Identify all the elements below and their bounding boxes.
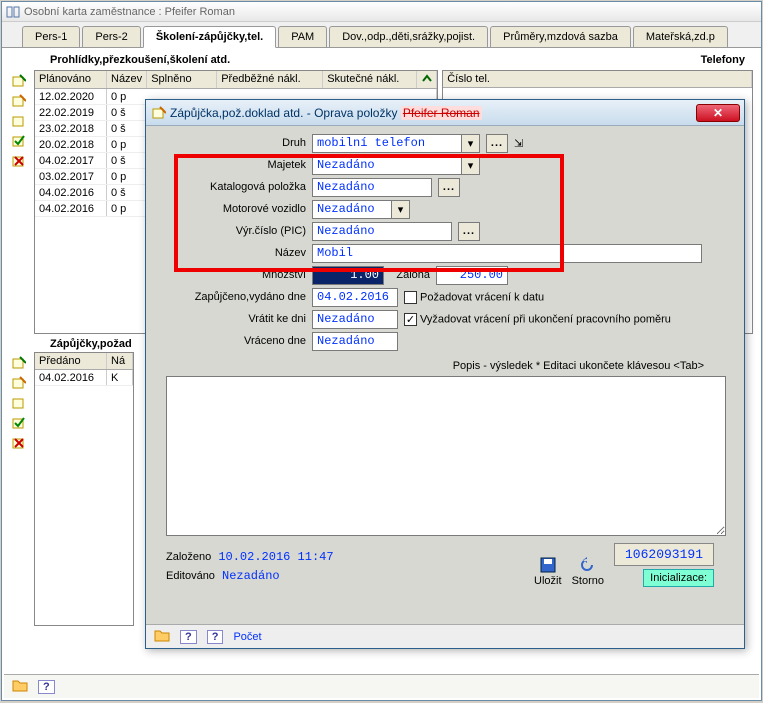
label-majetek: Majetek xyxy=(156,159,306,171)
tab-materska[interactable]: Mateřská,zd.p xyxy=(633,26,728,47)
zaloha-input[interactable] xyxy=(436,266,508,285)
editovano-value: Nezadáno xyxy=(218,568,284,587)
storno-button[interactable]: Storno xyxy=(572,556,604,587)
lookup-button[interactable]: ... xyxy=(486,134,508,153)
grid-zapujcky[interactable]: Předáno Ná 04.02.2016K xyxy=(34,352,134,626)
copy-icon[interactable] xyxy=(10,394,28,412)
col-action[interactable] xyxy=(417,71,437,88)
label-nazev: Název xyxy=(156,247,306,259)
pic-input[interactable] xyxy=(312,222,452,241)
mnozstvi-input[interactable] xyxy=(312,266,384,285)
dialog-zapujcka: Zápůjčka,pož.doklad atd. - Oprava položk… xyxy=(145,99,745,649)
add-icon[interactable] xyxy=(10,354,28,372)
undo-icon xyxy=(579,556,597,574)
ulozit-button[interactable]: Uložit xyxy=(534,556,562,587)
druh-input[interactable] xyxy=(312,134,462,153)
pocet-label: Počet xyxy=(233,631,261,643)
tab-pers-2[interactable]: Pers-2 xyxy=(82,26,140,47)
main-titlebar: Osobní karta zaměstnance : Pfeifer Roman xyxy=(2,2,761,22)
tabs-row: Pers-1 Pers-2 Školení-zápůjčky,tel. PAM … xyxy=(2,22,761,48)
col-nazev[interactable]: Název xyxy=(107,71,147,88)
lookup-button[interactable]: ... xyxy=(438,178,460,197)
vratit-input[interactable] xyxy=(312,310,398,329)
inicializace-button[interactable]: Inicializace: xyxy=(643,569,714,587)
col-cislo-tel[interactable]: Číslo tel. xyxy=(443,71,752,87)
chevron-down-icon[interactable]: ▾ xyxy=(392,200,410,219)
dialog-statusbar: ? ? Počet xyxy=(146,624,744,648)
copy-icon[interactable] xyxy=(10,112,28,130)
zalozeno-value: 10.02.2016 11:47 xyxy=(214,549,337,568)
subheader-left: Prohlídky,přezkoušení,školení atd. xyxy=(50,54,230,66)
dialog-title: Zápůjčka,pož.doklad atd. - Oprava položk… xyxy=(170,106,482,120)
edit-icon[interactable] xyxy=(10,92,28,110)
col-planovano[interactable]: Plánováno xyxy=(35,71,107,88)
delete-icon[interactable] xyxy=(10,434,28,452)
poz-checkbox[interactable] xyxy=(404,291,417,304)
label-zaloha: Záloha xyxy=(390,269,430,281)
help-icon[interactable]: ? xyxy=(180,630,197,644)
help2-icon[interactable]: ? xyxy=(207,630,224,644)
check-icon[interactable] xyxy=(10,132,28,150)
label-vraceno: Vráceno dne xyxy=(156,335,306,347)
katalog-input[interactable] xyxy=(312,178,432,197)
chevron-down-icon[interactable]: ▾ xyxy=(462,134,480,153)
check-icon[interactable] xyxy=(10,414,28,432)
dialog-icon xyxy=(152,106,166,120)
tab-dov[interactable]: Dov.,odp.,děti,srážky,pojist. xyxy=(329,26,488,47)
desc-label: Popis - výsledek * Editaci ukončete kláv… xyxy=(156,360,724,372)
tab-skoleni[interactable]: Školení-zápůjčky,tel. xyxy=(143,26,276,48)
app-icon xyxy=(6,5,20,19)
tab-prumery[interactable]: Průměry,mzdová sazba xyxy=(490,26,631,47)
vyz-checkbox[interactable]: ✓ xyxy=(404,313,417,326)
label-pic: Výr.číslo (PIC) xyxy=(156,225,306,237)
add-icon[interactable] xyxy=(10,72,28,90)
nazev-input[interactable] xyxy=(312,244,702,263)
label-druh: Druh xyxy=(156,137,306,149)
col-predbezne[interactable]: Předběžné nákl. xyxy=(217,71,323,88)
zapujceno-input[interactable] xyxy=(312,288,398,307)
label-mnozstvi: Množství xyxy=(156,269,306,281)
expand-icon[interactable]: ⇲ xyxy=(514,137,523,150)
help-icon[interactable]: ? xyxy=(38,680,55,694)
folder-icon[interactable] xyxy=(154,628,170,645)
label-poz: Požadovat vrácení k datu xyxy=(420,291,544,303)
grid1-toolbar xyxy=(10,70,30,334)
label-motor: Motorové vozidlo xyxy=(156,203,306,215)
save-icon xyxy=(539,556,557,574)
subheader-right: Telefony xyxy=(701,54,745,66)
chevron-down-icon[interactable]: ▾ xyxy=(462,156,480,175)
label-zalozeno: Založeno xyxy=(166,551,211,563)
majetek-input[interactable] xyxy=(312,156,462,175)
close-button[interactable]: ✕ xyxy=(696,104,740,122)
grid2-toolbar xyxy=(10,352,30,626)
main-statusbar: ? xyxy=(4,674,759,698)
folder-icon[interactable] xyxy=(12,678,28,695)
label-vratit: Vrátit ke dni xyxy=(156,313,306,325)
subheader: Prohlídky,přezkoušení,školení atd. Telef… xyxy=(2,48,761,70)
tab-pam[interactable]: PAM xyxy=(278,26,327,47)
tab-pers-1[interactable]: Pers-1 xyxy=(22,26,80,47)
col-skutecne[interactable]: Skutečné nákl. xyxy=(323,71,417,88)
vraceno-input[interactable] xyxy=(312,332,398,351)
label-vyz: Vyžadovat vrácení při ukončení pracovníh… xyxy=(420,313,671,325)
motor-input[interactable] xyxy=(312,200,392,219)
record-number: 1062093191 xyxy=(614,543,714,566)
popis-textarea[interactable] xyxy=(166,376,726,536)
col-nazev2[interactable]: Ná xyxy=(107,353,133,369)
label-editovano: Editováno xyxy=(166,570,215,582)
col-predano[interactable]: Předáno xyxy=(35,353,107,369)
label-katalog: Katalogová položka xyxy=(156,181,306,193)
label-zapujceno: Zapůjčeno,vydáno dne xyxy=(156,291,306,303)
edit-icon[interactable] xyxy=(10,374,28,392)
dialog-titlebar[interactable]: Zápůjčka,pož.doklad atd. - Oprava položk… xyxy=(146,100,744,126)
table-row[interactable]: 04.02.2016K xyxy=(35,370,133,386)
window-title: Osobní karta zaměstnance : Pfeifer Roman xyxy=(24,6,235,18)
delete-icon[interactable] xyxy=(10,152,28,170)
col-splneno[interactable]: Splněno xyxy=(147,71,217,88)
lookup-button[interactable]: ... xyxy=(458,222,480,241)
